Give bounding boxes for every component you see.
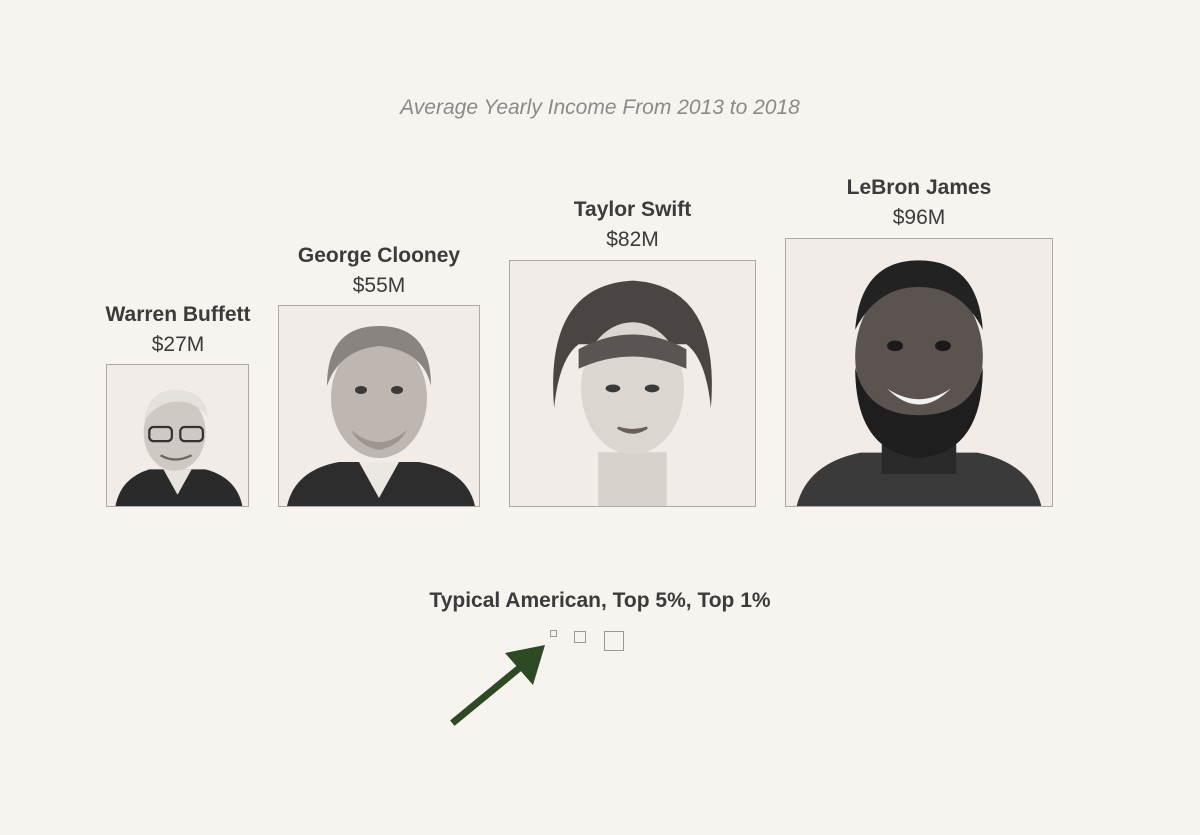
arrow-up-right-icon <box>450 645 545 726</box>
person-label-george-clooney: George Clooney $55M <box>268 244 490 298</box>
person-value: $27M <box>151 333 205 356</box>
person-name: LeBron James <box>846 176 992 199</box>
square-top-5-percent <box>574 631 586 643</box>
portrait-photo <box>115 390 243 506</box>
person-label-warren-buffett: Warren Buffett $27M <box>96 303 260 357</box>
person-value: $55M <box>352 274 406 297</box>
person-name: Taylor Swift <box>573 198 692 221</box>
comparison-label: Typical American, Top 5%, Top 1% <box>429 589 771 612</box>
person-label-lebron-james: LeBron James $96M <box>785 176 1053 230</box>
person-value: $82M <box>606 228 659 251</box>
person-label-taylor-swift: Taylor Swift $82M <box>509 198 756 252</box>
person-name: George Clooney <box>297 244 461 267</box>
portrait-lebron-james <box>785 238 1053 507</box>
person-name: Warren Buffett <box>105 303 251 326</box>
portrait-taylor-swift <box>509 260 756 507</box>
square-top-1-percent <box>604 631 624 651</box>
chart-subtitle: Average Yearly Income From 2013 to 2018 <box>400 96 800 119</box>
person-value: $96M <box>892 206 946 229</box>
portrait-warren-buffett <box>106 364 249 507</box>
portrait-george-clooney <box>278 305 480 507</box>
portrait-photo <box>553 280 712 506</box>
portrait-photo <box>796 260 1042 506</box>
portrait-photo <box>287 326 475 506</box>
chart-page: Average Yearly Income From 2013 to 2018 … <box>0 0 1200 835</box>
